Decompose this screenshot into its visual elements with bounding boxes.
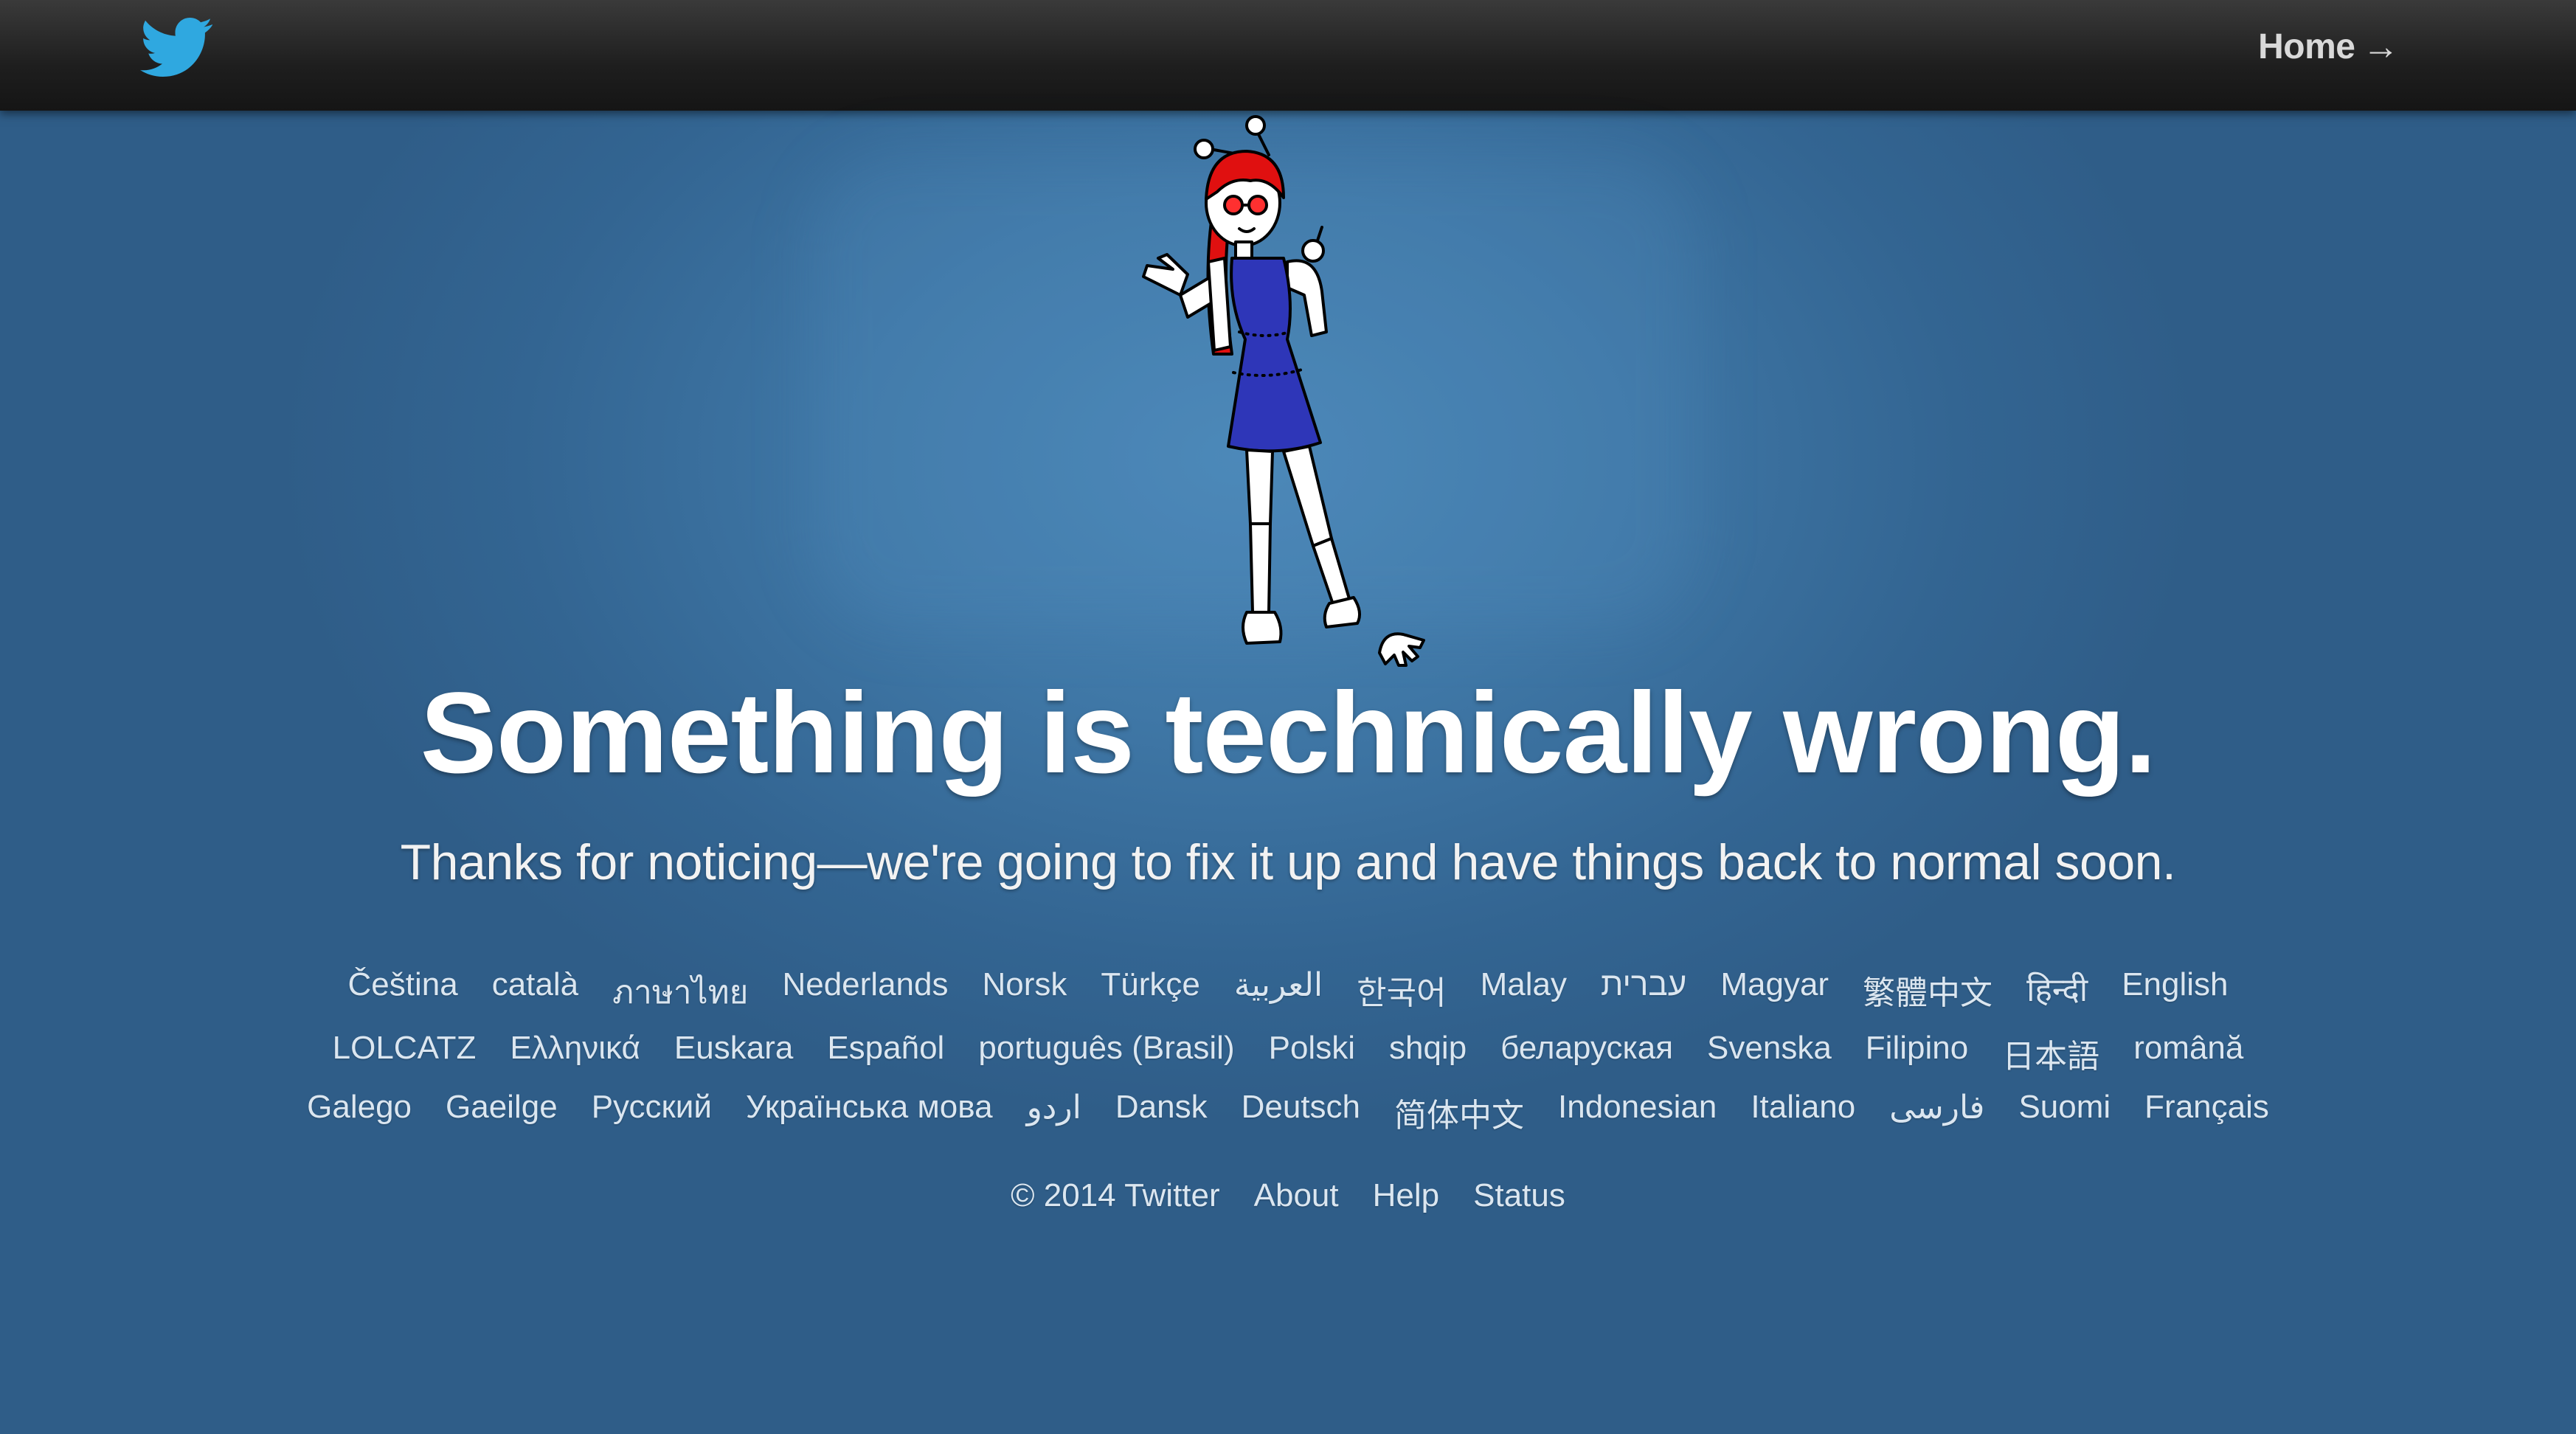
language-row-1: Čeština català ภาษาไทย Nederlands Norsk … bbox=[348, 966, 2229, 1018]
language-link-catala[interactable]: català bbox=[492, 966, 578, 1018]
language-link-simplified-chinese[interactable]: 简体中文 bbox=[1394, 1089, 1524, 1136]
language-link-russian[interactable]: Русский bbox=[592, 1089, 712, 1136]
language-link-turkce[interactable]: Türkçe bbox=[1101, 966, 1199, 1018]
language-link-galego[interactable]: Galego bbox=[307, 1089, 412, 1136]
language-link-malay[interactable]: Malay bbox=[1481, 966, 1567, 1018]
home-label: Home bbox=[2258, 27, 2355, 66]
language-link-indonesian[interactable]: Indonesian bbox=[1558, 1089, 1717, 1136]
language-link-ukrainian[interactable]: Українська мова bbox=[746, 1089, 993, 1136]
language-link-korean[interactable]: 한국어 bbox=[1357, 966, 1446, 1018]
language-link-japanese[interactable]: 日本語 bbox=[2002, 1030, 2099, 1077]
about-link[interactable]: About bbox=[1254, 1177, 1339, 1214]
language-link-deutsch[interactable]: Deutsch bbox=[1242, 1089, 1360, 1136]
language-link-italiano[interactable]: Italiano bbox=[1751, 1089, 1855, 1136]
language-link-greek[interactable]: Ελληνικά bbox=[510, 1030, 640, 1077]
language-link-shqip[interactable]: shqip bbox=[1389, 1030, 1467, 1077]
error-subheadline: Thanks for noticing—we're going to fix i… bbox=[400, 834, 2176, 890]
language-link-norsk[interactable]: Norsk bbox=[982, 966, 1067, 1018]
language-link-belarusian[interactable]: беларуская bbox=[1500, 1030, 1673, 1077]
language-link-magyar[interactable]: Magyar bbox=[1720, 966, 1829, 1018]
language-link-nederlands[interactable]: Nederlands bbox=[782, 966, 948, 1018]
language-link-urdu[interactable]: اردو bbox=[1027, 1089, 1081, 1136]
language-link-lolcatz[interactable]: LOLCATZ bbox=[333, 1030, 477, 1077]
language-link-romana[interactable]: română bbox=[2133, 1030, 2243, 1077]
language-link-dansk[interactable]: Dansk bbox=[1115, 1089, 1208, 1136]
language-link-suomi[interactable]: Suomi bbox=[2018, 1089, 2111, 1136]
copyright-text: © 2014 Twitter bbox=[1011, 1177, 1220, 1213]
robot-girl-illustration bbox=[1142, 115, 1425, 667]
footer: © 2014 Twitter About Help Status bbox=[0, 1177, 2576, 1214]
language-link-filipino[interactable]: Filipino bbox=[1866, 1030, 1968, 1077]
language-link-svenska[interactable]: Svenska bbox=[1707, 1030, 1832, 1077]
language-link-hebrew[interactable]: עברית bbox=[1601, 966, 1686, 1018]
language-link-traditional-chinese[interactable]: 繁體中文 bbox=[1863, 966, 1992, 1018]
twitter-bird-icon[interactable] bbox=[140, 10, 214, 84]
language-link-cestina[interactable]: Čeština bbox=[348, 966, 458, 1018]
language-link-hindi[interactable]: हिन्दी bbox=[2026, 966, 2088, 1018]
help-link[interactable]: Help bbox=[1373, 1177, 1440, 1214]
language-link-portugues-brasil[interactable]: português (Brasil) bbox=[978, 1030, 1234, 1077]
language-row-2: LOLCATZ Ελληνικά Euskara Español portugu… bbox=[333, 1030, 2244, 1077]
language-link-gaeilge[interactable]: Gaeilge bbox=[446, 1089, 558, 1136]
language-row-3: Galego Gaeilge Русский Українська мова ا… bbox=[307, 1089, 2269, 1136]
language-link-espanol[interactable]: Español bbox=[827, 1030, 944, 1077]
error-headline: Something is technically wrong. bbox=[420, 669, 2157, 797]
status-link[interactable]: Status bbox=[1473, 1177, 1565, 1214]
language-link-francais[interactable]: Français bbox=[2144, 1089, 2269, 1136]
arrow-right-icon: → bbox=[2362, 26, 2400, 67]
top-bar: Home → bbox=[0, 0, 2576, 111]
language-list: Čeština català ภาษาไทย Nederlands Norsk … bbox=[307, 966, 2269, 1136]
language-link-euskara[interactable]: Euskara bbox=[674, 1030, 793, 1077]
language-link-arabic[interactable]: العربية bbox=[1234, 966, 1323, 1018]
language-link-thai[interactable]: ภาษาไทย bbox=[612, 966, 748, 1018]
language-link-polski[interactable]: Polski bbox=[1269, 1030, 1355, 1077]
home-link[interactable]: Home → bbox=[2258, 25, 2399, 68]
language-link-farsi[interactable]: فارسی bbox=[1889, 1089, 1984, 1136]
language-link-english[interactable]: English bbox=[2122, 966, 2228, 1018]
